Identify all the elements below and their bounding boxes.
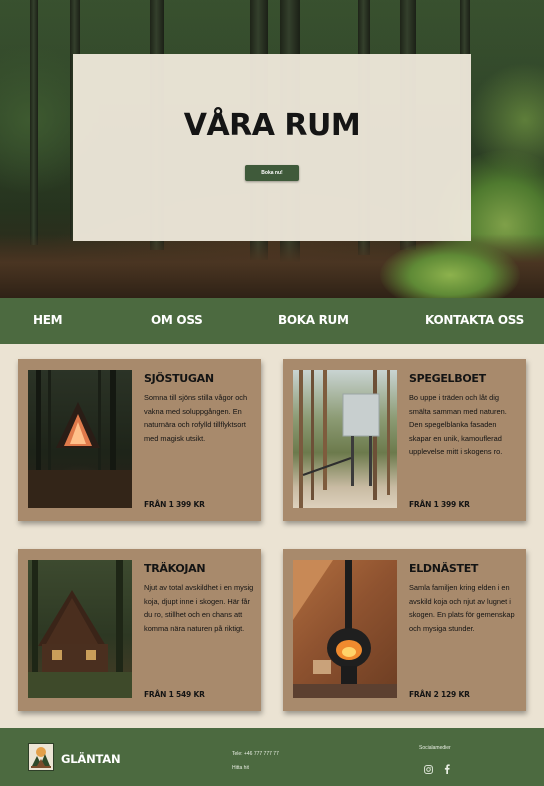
room-price: FRÅN 1 399 KR <box>144 500 205 509</box>
cabin-logo-icon <box>31 747 51 768</box>
room-card[interactable]: TRÄKOJAN Njut av total avskildhet i en m… <box>18 549 261 711</box>
room-description: Somna till sjöns stilla vågor och vakna … <box>144 393 248 443</box>
room-price: FRÅN 1 549 KR <box>144 690 205 699</box>
room-description: Njut av total avskildhet i en mysig koja… <box>144 583 254 633</box>
room-title: SPEGELBOET <box>409 372 486 385</box>
main-navigation: HEM OM OSS BOKA RUM KONTAKTA OSS <box>0 298 544 344</box>
brand-name: GLÄNTAN <box>61 752 121 766</box>
hero-panel <box>73 54 471 241</box>
room-photo <box>28 370 132 508</box>
room-description: Bo uppe i träden och låt dig smälta samm… <box>409 393 507 457</box>
room-title: TRÄKOJAN <box>144 562 206 575</box>
mirror-treehouse-image <box>299 370 390 508</box>
nav-item-home[interactable]: HEM <box>33 313 63 327</box>
logo[interactable] <box>28 743 54 771</box>
room-card[interactable]: SPEGELBOET Bo uppe i träden och låt dig … <box>283 359 526 521</box>
nav-item-contact[interactable]: KONTAKTA OSS <box>425 313 524 327</box>
facebook-icon[interactable] <box>444 759 450 778</box>
room-description: Samla familjen kring elden i en avskild … <box>409 583 515 633</box>
room-card[interactable]: SJÖSTUGAN Somna till sjöns stilla vågor … <box>18 359 261 521</box>
book-now-button[interactable]: Boka nu! <box>245 165 299 181</box>
room-price: FRÅN 2 129 KR <box>409 690 470 699</box>
room-photo <box>293 560 397 698</box>
footer-phone: Tele: +46 777 777 77 <box>232 751 279 757</box>
a-frame-cabin-image <box>28 370 132 508</box>
room-photo <box>28 560 132 698</box>
instagram-icon[interactable] <box>424 759 433 778</box>
room-photo <box>293 370 397 508</box>
room-card[interactable]: ELDNÄSTET Samla familjen kring elden i e… <box>283 549 526 711</box>
footer-social-heading: Socialamedier <box>419 745 451 751</box>
room-price: FRÅN 1 399 KR <box>409 500 470 509</box>
room-title: SJÖSTUGAN <box>144 372 214 385</box>
room-title: ELDNÄSTET <box>409 562 479 575</box>
hero-section: VÅRA RUM Boka nu! <box>0 0 544 298</box>
footer-find-us-link[interactable]: Hitta hit <box>232 765 249 771</box>
nav-item-about[interactable]: OM OSS <box>151 313 203 327</box>
page-title: VÅRA RUM <box>183 108 361 143</box>
fireplace-interior-image <box>293 560 397 698</box>
wooden-cabin-image <box>28 560 132 698</box>
nav-item-book-room[interactable]: BOKA RUM <box>278 313 349 327</box>
